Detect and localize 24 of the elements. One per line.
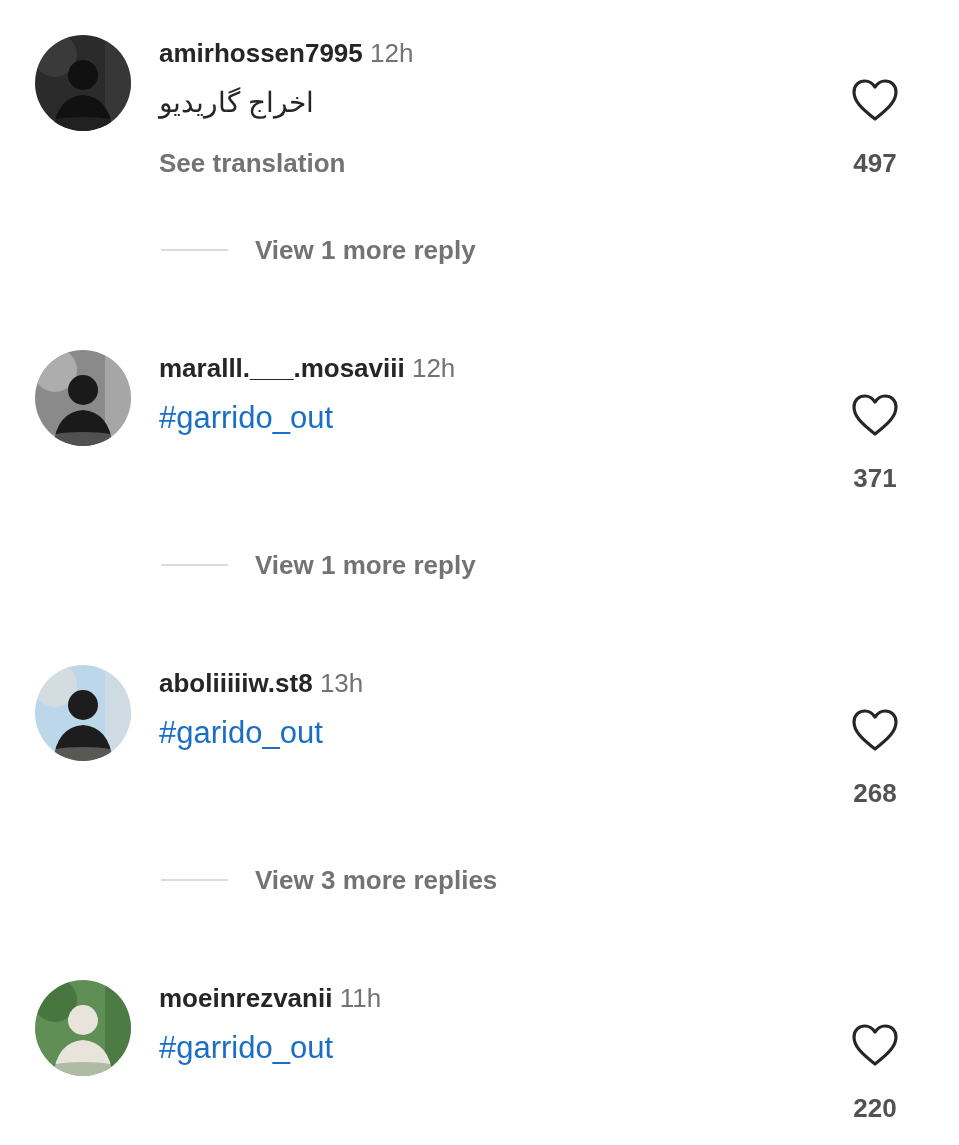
timestamp: 11h (339, 983, 382, 1013)
username[interactable]: moeinrezvanii (159, 983, 333, 1013)
heart-icon[interactable] (851, 78, 899, 122)
username[interactable]: aboliiiiiw.st8 (159, 668, 313, 698)
like-count: 371 (853, 462, 897, 495)
hashtag-link[interactable]: #garrido_out (159, 1028, 334, 1068)
comment-text: اخراج گاریدیو (159, 86, 314, 121)
heart-icon[interactable] (851, 393, 899, 437)
see-translation-link[interactable]: See translation (159, 145, 346, 181)
like-count: 220 (853, 1092, 897, 1125)
like-count: 497 (853, 147, 897, 180)
timestamp: 13h (319, 668, 364, 698)
hashtag-link[interactable]: #garrido_out (159, 398, 334, 438)
timestamp: 12h (411, 353, 456, 383)
view-replies-button[interactable]: View 1 more reply (255, 234, 476, 266)
heart-icon[interactable] (851, 708, 899, 752)
view-replies-button[interactable]: View 1 more reply (255, 549, 476, 581)
hashtag-link[interactable]: #garido_out (159, 713, 323, 753)
username[interactable]: amirhossen7995 (159, 38, 363, 68)
view-replies-button[interactable]: View 3 more replies (255, 864, 498, 896)
timestamp: 12h (370, 38, 414, 68)
heart-icon[interactable] (851, 1023, 899, 1067)
username[interactable]: maralll.___.mosaviii (159, 353, 405, 383)
like-count: 268 (853, 777, 897, 810)
